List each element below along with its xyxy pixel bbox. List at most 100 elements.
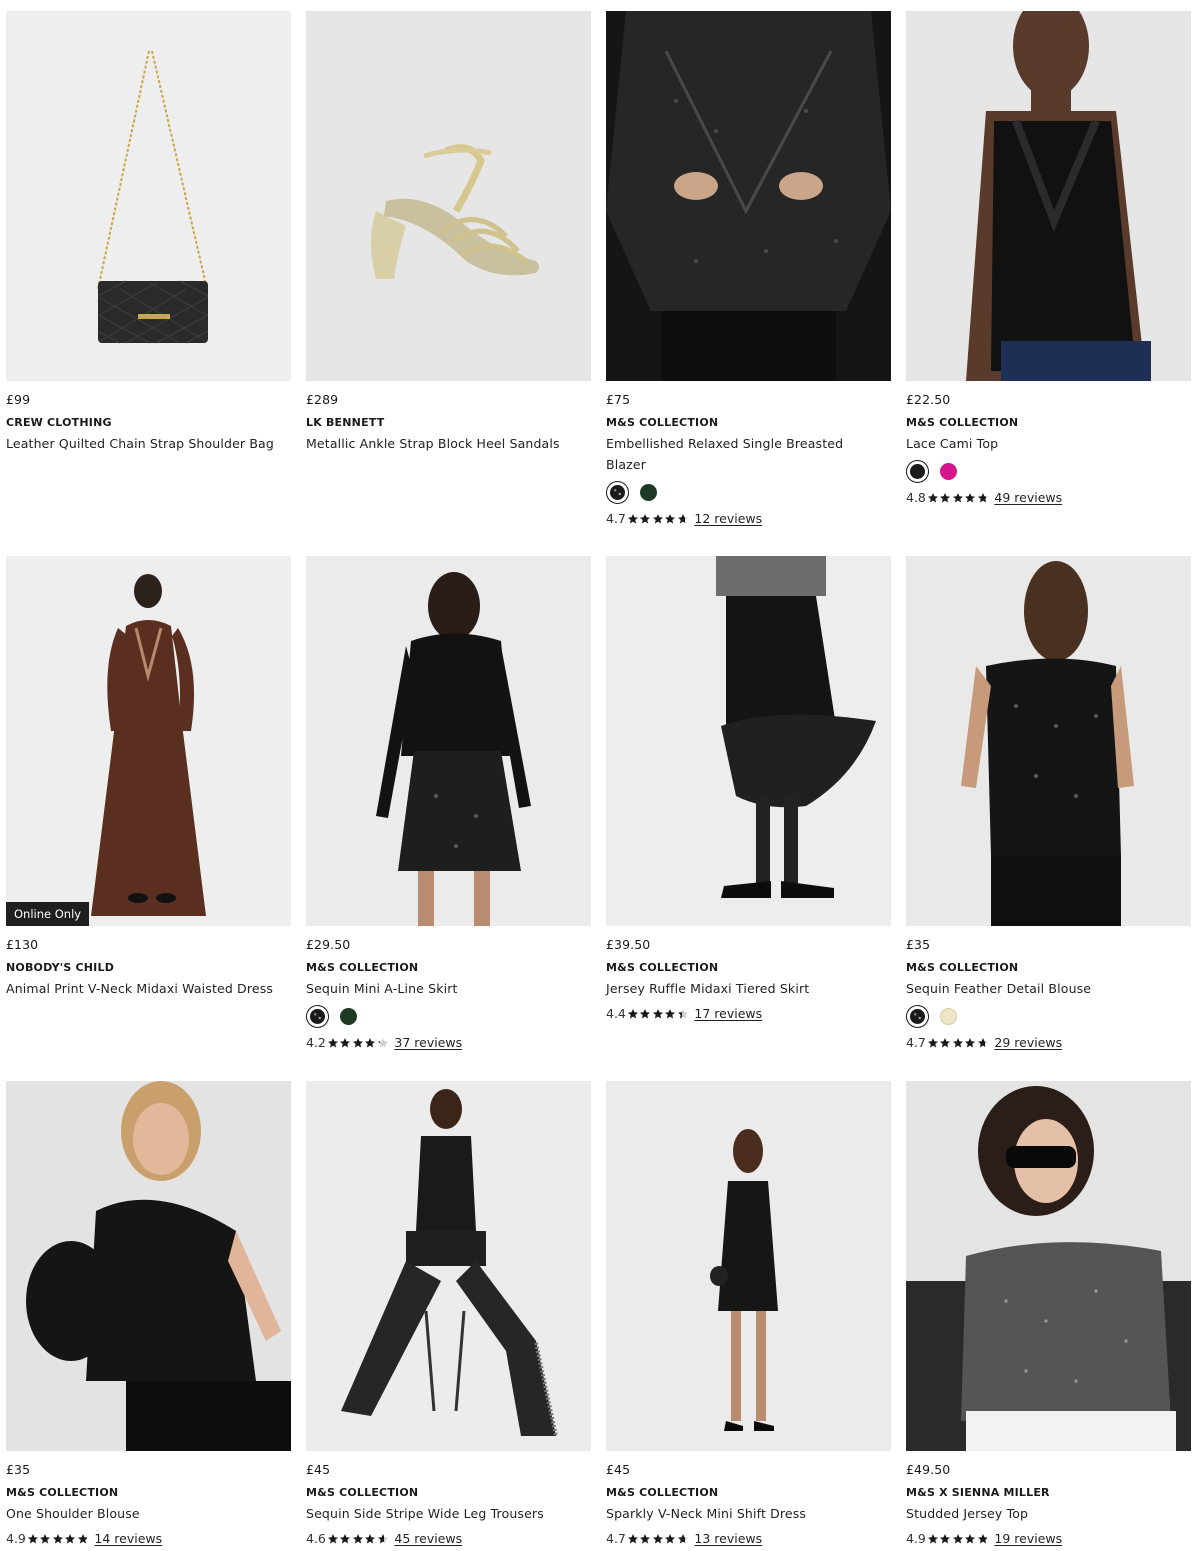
star-icon (65, 1533, 76, 1543)
product-card[interactable]: £99 CREW CLOTHING Leather Quilted Chain St… (6, 11, 291, 556)
wide-leg-trousers-image[interactable] (306, 1081, 591, 1451)
product-title[interactable]: Animal Print V-Neck Midaxi Waisted Dress (6, 978, 276, 999)
product-brand: M&S COLLECTION (306, 961, 419, 974)
product-price: £99 (6, 392, 31, 407)
product-title[interactable]: Sparkly V-Neck Mini Shift Dress (606, 1503, 876, 1524)
shift-dress-image[interactable] (606, 1081, 891, 1451)
product-grid: £99 CREW CLOTHING Leather Quilted Chain St… (6, 11, 1191, 1551)
product-title[interactable]: Sequin Mini A-Line Skirt (306, 978, 576, 999)
reviews-link[interactable]: 29 reviews (994, 1035, 1062, 1050)
star-icon (665, 1008, 676, 1018)
product-card[interactable]: £39.50 M&S COLLECTION Jersey Ruffle Midaxi… (606, 556, 891, 1081)
star-icon (640, 1533, 651, 1543)
rating-score: 4.6 (306, 1531, 326, 1546)
star-icon (627, 1008, 638, 1018)
rating-score: 4.9 (906, 1531, 926, 1546)
product-card[interactable]: £49.50 M&S X SIENNA MILLER Studded Jersey … (906, 1081, 1191, 1551)
midaxi-dress-image-art (91, 574, 206, 916)
sequin-blouse-image[interactable] (906, 556, 1191, 926)
product-card[interactable]: £75 M&S COLLECTION Embellished Relaxed Sin… (606, 11, 891, 556)
star-icon (652, 513, 663, 523)
product-price: £22.50 (906, 392, 951, 407)
reviews-link[interactable]: 45 reviews (394, 1531, 462, 1546)
reviews-link[interactable]: 14 reviews (94, 1531, 162, 1546)
product-title[interactable]: Jersey Ruffle Midaxi Tiered Skirt (606, 978, 876, 999)
colour-swatch[interactable] (606, 481, 629, 504)
product-title[interactable]: Lace Cami Top (906, 433, 1176, 454)
product-title[interactable]: Sequin Side Stripe Wide Leg Trousers (306, 1503, 576, 1524)
rating-stars (327, 1037, 390, 1049)
studded-top-image-art (906, 1086, 1191, 1451)
star-icon (952, 492, 963, 502)
sequin-skirt-image[interactable] (306, 556, 591, 926)
rating-stars (627, 1533, 690, 1545)
reviews-link[interactable]: 17 reviews (694, 1006, 762, 1021)
product-rating: 4.6 45 reviews (306, 1531, 591, 1546)
product-title[interactable]: One Shoulder Blouse (6, 1503, 276, 1524)
rating-score: 4.8 (906, 490, 926, 505)
star-icon (977, 1037, 988, 1047)
one-shoulder-blouse-image[interactable] (6, 1081, 291, 1451)
product-brand: LK BENNETT (306, 416, 385, 429)
product-card[interactable]: £35 M&S COLLECTION One Shoulder Blouse 4.9 … (6, 1081, 291, 1551)
rating-stars (627, 513, 690, 525)
sequin-blazer-image[interactable] (606, 11, 891, 381)
colour-swatch[interactable] (937, 460, 960, 483)
colour-swatch[interactable] (337, 1005, 360, 1028)
sandal-image[interactable] (306, 11, 591, 381)
product-card[interactable]: £22.50 M&S COLLECTION Lace Cami Top 4.8 49 … (906, 11, 1191, 556)
star-icon (677, 513, 688, 523)
star-icon (677, 1008, 688, 1018)
star-icon (40, 1533, 51, 1543)
colour-swatch[interactable] (937, 1005, 960, 1028)
reviews-link[interactable]: 13 reviews (694, 1531, 762, 1546)
ruffle-skirt-image-art (716, 556, 876, 898)
product-brand: NOBODY'S CHILD (6, 961, 115, 974)
reviews-link[interactable]: 19 reviews (994, 1531, 1062, 1546)
product-title[interactable]: Sequin Feather Detail Blouse (906, 978, 1176, 999)
product-title[interactable]: Studded Jersey Top (906, 1503, 1176, 1524)
reviews-link[interactable]: 37 reviews (394, 1035, 462, 1050)
midaxi-dress-image[interactable]: Online Only (6, 556, 291, 926)
product-title[interactable]: Embellished Relaxed Single Breasted Blaz… (606, 433, 876, 475)
colour-swatch[interactable] (306, 1005, 329, 1028)
product-rating: 4.2 37 reviews (306, 1035, 591, 1050)
colour-swatch[interactable] (906, 1005, 929, 1028)
product-card[interactable]: £29.50 M&S COLLECTION Sequin Mini A-Line S… (306, 556, 591, 1081)
studded-top-image[interactable] (906, 1081, 1191, 1451)
product-title[interactable]: Metallic Ankle Strap Block Heel Sandals (306, 433, 576, 454)
swatch-colour-dot (640, 484, 657, 501)
star-icon (340, 1037, 351, 1047)
colour-swatch[interactable] (906, 460, 929, 483)
rating-stars (927, 1533, 990, 1545)
product-card[interactable]: £289 LK BENNETT Metallic Ankle Strap Block… (306, 11, 591, 556)
colour-swatch[interactable] (637, 481, 660, 504)
rating-score: 4.2 (306, 1035, 326, 1050)
shoulder-bag-image[interactable] (6, 11, 291, 381)
product-card[interactable]: £45 M&S COLLECTION Sequin Side Stripe Wide… (306, 1081, 591, 1551)
star-icon (377, 1533, 388, 1543)
reviews-link[interactable]: 12 reviews (694, 511, 762, 526)
shoulder-bag-image-art (97, 50, 209, 344)
reviews-link[interactable]: 49 reviews (994, 490, 1062, 505)
colour-swatches (906, 460, 1191, 483)
rating-score: 4.4 (606, 1006, 626, 1021)
product-rating: 4.7 13 reviews (606, 1531, 891, 1546)
swatch-colour-dot (610, 485, 625, 500)
rating-score: 4.7 (606, 511, 626, 526)
product-card[interactable]: £45 M&S COLLECTION Sparkly V-Neck Mini Shi… (606, 1081, 891, 1551)
lace-cami-image[interactable] (906, 11, 1191, 381)
star-icon (627, 513, 638, 523)
product-price: £49.50 (906, 1462, 951, 1477)
product-rating: 4.7 29 reviews (906, 1035, 1191, 1050)
star-icon (340, 1533, 351, 1543)
sequin-blazer-image-art (606, 11, 891, 381)
ruffle-skirt-image[interactable] (606, 556, 891, 926)
product-title[interactable]: Leather Quilted Chain Strap Shoulder Bag (6, 433, 276, 454)
product-card[interactable]: Online Only £130 NOBODY'S CHILD Animal Prin… (6, 556, 291, 1081)
one-shoulder-blouse-image-art (26, 1081, 291, 1451)
star-icon (940, 1037, 951, 1047)
product-card[interactable]: £35 M&S COLLECTION Sequin Feather Detail B… (906, 556, 1191, 1081)
star-icon (965, 492, 976, 502)
product-brand: M&S X SIENNA MILLER (906, 1486, 1050, 1499)
